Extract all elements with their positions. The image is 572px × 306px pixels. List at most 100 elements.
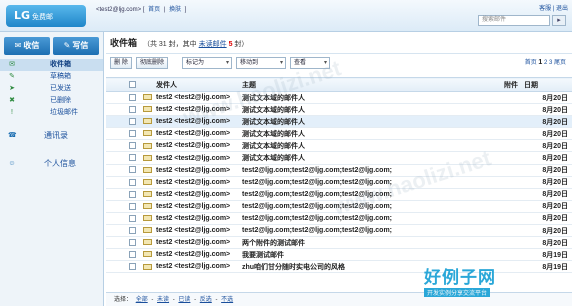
unread-link[interactable]: 未读邮件: [199, 41, 227, 48]
select-invert-link[interactable]: 反选: [200, 297, 212, 303]
row-subject[interactable]: 测试文本域的邮件人: [240, 115, 502, 129]
row-subject[interactable]: test2@ljg.com;test2@ljg.com;test2@ljg.co…: [240, 224, 502, 238]
row-sender[interactable]: test2 <test2@ljg.com>: [154, 176, 240, 189]
row-sender[interactable]: test2 <test2@ljg.com>: [154, 127, 240, 141]
view-select[interactable]: 查看 ▾: [290, 57, 330, 69]
sidebar-item-1[interactable]: ✎ 草稿箱: [0, 71, 103, 83]
row-checkbox[interactable]: [128, 239, 136, 246]
row-checkbox[interactable]: [128, 214, 136, 222]
sidebar-item-0[interactable]: ✉ 收件箱: [0, 59, 103, 71]
table-row[interactable]: test2 <test2@ljg.com> test2@ljg.com;test2…: [106, 188, 572, 201]
sidebar-item-4[interactable]: ! 垃圾邮件: [0, 107, 103, 119]
select-none-link[interactable]: 不选: [221, 297, 233, 303]
row-subject[interactable]: 测试文本域的邮件人: [240, 151, 502, 165]
perm-delete-button[interactable]: 彻底删除: [136, 57, 168, 69]
row-subject[interactable]: test2@ljg.com;test2@ljg.com;test2@ljg.co…: [240, 212, 502, 226]
table-row[interactable]: test2 <test2@ljg.com> test2@ljg.com;test2…: [106, 164, 572, 177]
row-checkbox[interactable]: [128, 178, 136, 186]
row-subject[interactable]: test2@ljg.com;test2@ljg.com;test2@ljg.co…: [240, 176, 502, 189]
compose-button[interactable]: ✎ 写信: [53, 37, 99, 55]
receive-button[interactable]: ✉ 收信: [4, 37, 50, 55]
table-row[interactable]: test2 <test2@ljg.com> test2@ljg.com;test2…: [106, 224, 572, 238]
row-subject[interactable]: 我要测试邮件: [240, 248, 502, 262]
pager-page-1[interactable]: 1: [538, 59, 542, 66]
row-sender[interactable]: test2 <test2@ljg.com>: [154, 103, 240, 117]
table-row[interactable]: test2 <test2@ljg.com> 测试文本域的邮件人 8月20日: [106, 139, 572, 153]
help-link[interactable]: 客服: [539, 6, 551, 12]
row-subject[interactable]: test2@ljg.com;test2@ljg.com;test2@ljg.co…: [240, 164, 502, 177]
sidebar-item-3[interactable]: ✖ 已删除: [0, 95, 103, 107]
table-row[interactable]: test2 <test2@ljg.com> 测试文本域的邮件人 8月20日: [106, 91, 572, 105]
pager-page-3[interactable]: 3: [549, 60, 552, 66]
row-checkbox[interactable]: [128, 190, 136, 198]
table-row[interactable]: test2 <test2@ljg.com> 测试文本域的邮件人 8月20日: [106, 151, 572, 165]
table-row[interactable]: test2 <test2@ljg.com> 两个附件的测试邮件 8月20日: [106, 236, 572, 250]
row-checkbox[interactable]: [128, 154, 136, 162]
row-sender[interactable]: test2 <test2@ljg.com>: [154, 200, 240, 213]
row-checkbox[interactable]: [128, 263, 136, 271]
row-checkbox[interactable]: [128, 142, 136, 150]
spam-icon: !: [11, 109, 13, 116]
logo[interactable]: LG 免费邮: [6, 5, 86, 27]
row-subject[interactable]: test2@ljg.com;test2@ljg.com;test2@ljg.co…: [240, 188, 502, 201]
row-checkbox[interactable]: [128, 202, 136, 210]
table-row[interactable]: test2 <test2@ljg.com> 我要测试邮件 8月19日: [106, 248, 572, 262]
row-sender[interactable]: test2 <test2@ljg.com>: [154, 164, 240, 177]
row-subject[interactable]: zhu咱们甘分随时实电公司的风格: [240, 260, 502, 274]
row-sender[interactable]: test2 <test2@ljg.com>: [154, 236, 240, 250]
row-subject[interactable]: 测试文本域的邮件人: [240, 103, 502, 117]
table-row[interactable]: test2 <test2@ljg.com> zhu咱们甘分随时实电公司的风格 8月1…: [106, 260, 572, 274]
logout-link[interactable]: 退出: [556, 6, 568, 12]
row-subject[interactable]: 测试文本域的邮件人: [240, 139, 502, 153]
row-sender[interactable]: test2 <test2@ljg.com>: [154, 139, 240, 153]
row-checkbox[interactable]: [128, 251, 136, 259]
row-subject[interactable]: test2@ljg.com;test2@ljg.com;test2@ljg.co…: [240, 200, 502, 213]
row-sender[interactable]: test2 <test2@ljg.com>: [154, 115, 240, 129]
envelope-icon: [142, 118, 152, 125]
row-checkbox[interactable]: [128, 105, 136, 113]
search-button[interactable]: ▸: [552, 15, 566, 26]
select-read-link[interactable]: 已读: [178, 297, 190, 303]
delete-button[interactable]: 删 除: [110, 57, 132, 69]
pager-last[interactable]: 尾页: [554, 60, 566, 66]
row-sender[interactable]: test2 <test2@ljg.com>: [154, 212, 240, 226]
row-sender[interactable]: test2 <test2@ljg.com>: [154, 260, 240, 274]
table-row[interactable]: test2 <test2@ljg.com> test2@ljg.com;test2…: [106, 200, 572, 213]
row-checkbox[interactable]: [128, 166, 136, 174]
home-link[interactable]: 首页: [148, 7, 160, 13]
col-date[interactable]: 日期: [522, 77, 572, 92]
row-sender[interactable]: test2 <test2@ljg.com>: [154, 151, 240, 165]
table-row[interactable]: test2 <test2@ljg.com> 测试文本域的邮件人 8月20日: [106, 127, 572, 141]
select-all-checkbox[interactable]: [128, 80, 136, 88]
sidebar-group-1[interactable]: ☺ 个人信息: [0, 153, 103, 175]
row-checkbox[interactable]: [128, 130, 136, 138]
select-unread-link[interactable]: 未读: [157, 297, 169, 303]
table-row[interactable]: test2 <test2@ljg.com> test2@ljg.com;test2…: [106, 176, 572, 189]
row-checkbox[interactable]: [128, 93, 136, 101]
row-sender[interactable]: test2 <test2@ljg.com>: [154, 248, 240, 262]
search-input[interactable]: 搜索邮件: [478, 15, 550, 26]
row-sender[interactable]: test2 <test2@ljg.com>: [154, 91, 240, 105]
table-row[interactable]: test2 <test2@ljg.com> test2@ljg.com;test2…: [106, 212, 572, 226]
mark-as-select[interactable]: 标记为 ▾: [182, 57, 232, 69]
row-checkbox[interactable]: [128, 226, 136, 234]
change-skin-link[interactable]: 换肤: [169, 7, 181, 13]
sidebar-item-2[interactable]: ➤ 已发送: [0, 83, 103, 95]
pager-page-2[interactable]: 2: [544, 60, 547, 66]
row-subject[interactable]: 两个附件的测试邮件: [240, 236, 502, 250]
col-subject[interactable]: 主题: [240, 77, 502, 92]
move-to-select[interactable]: 移动到 ▾: [236, 57, 286, 69]
table-row[interactable]: test2 <test2@ljg.com> 测试文本域的邮件人 8月20日: [106, 103, 572, 117]
row-checkbox[interactable]: [128, 118, 136, 126]
col-sender[interactable]: 发件人: [154, 77, 240, 92]
sidebar-group-0[interactable]: ☎ 通讯录: [0, 125, 103, 147]
pager-first[interactable]: 首页: [525, 60, 537, 66]
row-sender[interactable]: test2 <test2@ljg.com>: [154, 188, 240, 201]
table-row[interactable]: test2 <test2@ljg.com> 测试文本域的邮件人 8月20日: [106, 115, 572, 129]
row-subject[interactable]: 测试文本域的邮件人: [240, 127, 502, 141]
sidebar: ✉ 收信 ✎ 写信 ✉ 收件箱 ✎ 草稿箱 ➤ 已发送 ✖ 已删除! 垃圾邮件 ☎ 通讯录 ☺ 个人信息: [0, 32, 104, 306]
select-all-link[interactable]: 全部: [136, 297, 148, 303]
row-attach: [502, 200, 522, 213]
row-subject[interactable]: 测试文本域的邮件人: [240, 91, 502, 105]
row-sender[interactable]: test2 <test2@ljg.com>: [154, 224, 240, 238]
